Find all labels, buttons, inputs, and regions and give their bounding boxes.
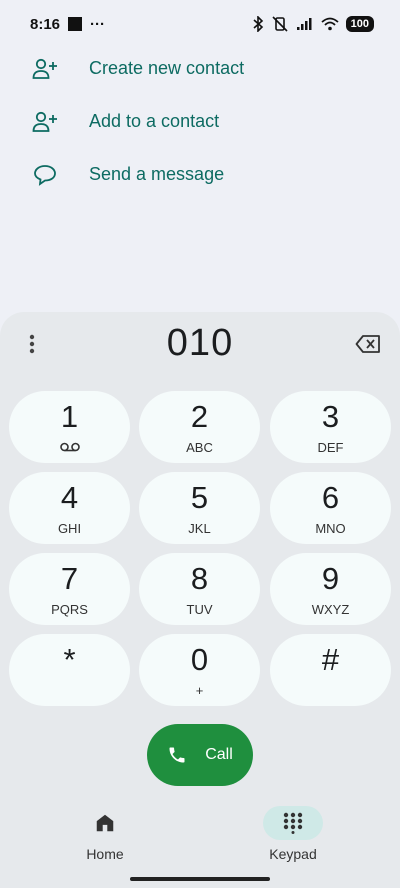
key-hash[interactable]: # — [270, 634, 391, 706]
key-digit: * — [63, 642, 76, 677]
action-label: Send a message — [89, 164, 225, 184]
key-letters: PQRS — [51, 602, 88, 617]
action-list: Create new contact Add to a contact Send… — [0, 42, 400, 201]
backspace-icon — [355, 335, 380, 353]
vibrate-off-icon — [272, 16, 288, 32]
status-time: 8:16 — [30, 15, 61, 33]
gesture-navigation-bar[interactable] — [130, 877, 270, 881]
nav-home-label: Home — [86, 846, 124, 862]
key-digit: 5 — [190, 480, 209, 515]
call-button[interactable]: Call — [147, 724, 253, 786]
home-icon — [96, 814, 114, 832]
key-7[interactable]: 7 PQRS — [9, 553, 130, 625]
phone-icon — [169, 747, 185, 763]
key-digit: 4 — [60, 480, 79, 515]
nav-keypad-label: Keypad — [269, 846, 317, 862]
create-new-contact-action[interactable]: Create new contact — [0, 42, 400, 95]
key-letters: + — [195, 683, 204, 698]
key-letters: MNO — [315, 521, 346, 536]
add-to-contact-action[interactable]: Add to a contact — [0, 95, 400, 148]
key-letters: WXYZ — [311, 602, 350, 617]
bluetooth-icon — [253, 16, 263, 32]
key-letters: JKL — [188, 521, 211, 536]
call-label: Call — [205, 746, 233, 763]
key-digit: 0 — [190, 642, 209, 677]
action-label: Create new contact — [89, 58, 245, 78]
key-digit: 7 — [60, 561, 79, 596]
key-2[interactable]: 2 ABC — [139, 391, 260, 463]
voicemail-icon — [9, 440, 130, 455]
status-bar: 8:16 ··· 100 — [0, 0, 400, 48]
key-4[interactable]: 4 GHI — [9, 472, 130, 544]
key-digit: # — [321, 642, 340, 677]
person-add-icon — [32, 109, 58, 135]
key-digit: 8 — [190, 561, 209, 596]
person-add-icon — [32, 56, 58, 82]
battery-indicator: 100 — [345, 16, 374, 32]
key-3[interactable]: 3 DEF — [270, 391, 391, 463]
key-digit: 3 — [321, 399, 340, 434]
nav-keypad[interactable]: Keypad — [238, 806, 348, 862]
key-letters: DEF — [317, 440, 344, 455]
key-letters: TUV — [186, 602, 213, 617]
dialpad-icon — [283, 812, 303, 834]
key-star[interactable]: * — [9, 634, 130, 706]
more-notifications-indicator: ··· — [90, 15, 106, 33]
key-letters: ABC — [186, 440, 213, 455]
nav-home[interactable]: Home — [50, 806, 160, 862]
key-6[interactable]: 6 MNO — [270, 472, 391, 544]
nav-home-icon-wrap — [75, 806, 135, 840]
key-5[interactable]: 5 JKL — [139, 472, 260, 544]
status-right: 100 — [252, 16, 374, 32]
dialed-number[interactable]: 010 — [0, 322, 400, 365]
send-message-action[interactable]: Send a message — [0, 148, 400, 201]
action-label: Add to a contact — [89, 111, 220, 131]
signal-icon — [296, 18, 312, 30]
digits-row: 010 — [0, 312, 400, 376]
notification-icon — [68, 17, 83, 31]
nav-keypad-icon-wrap — [263, 806, 323, 840]
key-digit: 2 — [190, 399, 209, 434]
key-9[interactable]: 9 WXYZ — [270, 553, 391, 625]
wifi-icon — [321, 17, 339, 31]
bottom-navigation: Home Keypad — [0, 800, 400, 870]
key-digit: 9 — [321, 561, 340, 596]
key-8[interactable]: 8 TUV — [139, 553, 260, 625]
key-letters: GHI — [57, 521, 82, 536]
key-1[interactable]: 1 — [9, 391, 130, 463]
message-icon — [32, 162, 58, 188]
status-left: 8:16 ··· — [30, 16, 105, 33]
key-digit: 1 — [60, 399, 79, 434]
backspace-button[interactable] — [354, 332, 382, 356]
key-digit: 6 — [321, 480, 340, 515]
key-0[interactable]: 0 + — [139, 634, 260, 706]
